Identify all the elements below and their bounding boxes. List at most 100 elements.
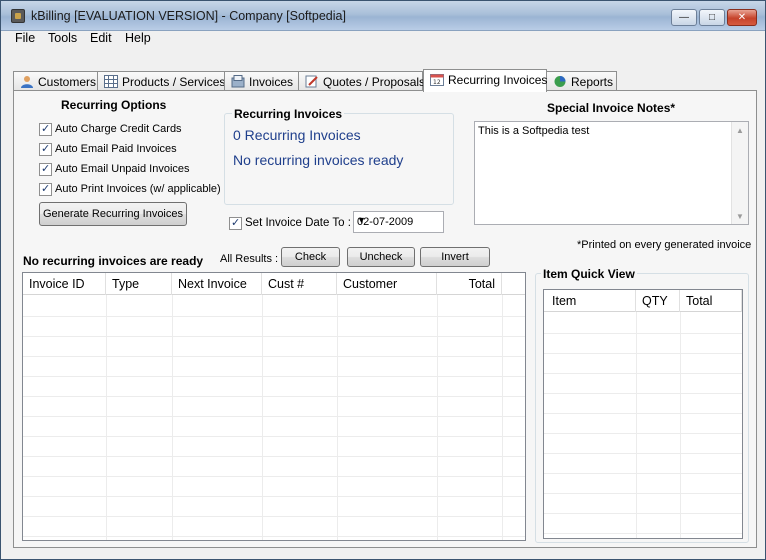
tab-recurring-invoices[interactable]: 12 Recurring Invoices	[423, 69, 547, 92]
column-total[interactable]: Total	[437, 273, 502, 295]
notes-textarea[interactable]: This is a Softpedia test ▲ ▼	[474, 121, 749, 225]
column-next-invoice[interactable]: Next Invoice	[172, 273, 262, 295]
products-icon	[104, 75, 118, 88]
app-icon	[11, 9, 25, 23]
grid-line	[23, 396, 525, 397]
column-type[interactable]: Type	[106, 273, 172, 295]
uncheck-button[interactable]: Uncheck	[347, 247, 415, 267]
grid-line	[544, 533, 742, 534]
recurring-status: No recurring invoices ready	[233, 152, 404, 168]
item-quick-view-table[interactable]: Item QTY Total	[543, 289, 743, 539]
tab-invoices[interactable]: Invoices	[224, 71, 299, 91]
menu-help[interactable]: Help	[125, 31, 151, 45]
grid-line	[544, 433, 742, 434]
notes-scrollbar[interactable]: ▲ ▼	[731, 122, 748, 224]
grid-line	[262, 295, 263, 540]
notes-footnote: *Printed on every generated invoice	[577, 239, 752, 251]
tab-label: Products / Services	[122, 75, 226, 89]
grid-line	[544, 513, 742, 514]
tab-reports[interactable]: Reports	[546, 71, 617, 91]
recurring-count: 0 Recurring Invoices	[233, 127, 361, 143]
grid-line	[23, 536, 525, 537]
column-customer[interactable]: Customer	[337, 273, 437, 295]
column-item[interactable]: Item	[544, 290, 636, 312]
column-cust-number[interactable]: Cust #	[262, 273, 337, 295]
menu-bar: File Tools Edit Help	[1, 31, 765, 49]
maximize-button[interactable]: □	[699, 9, 725, 26]
all-results-label: All Results :	[220, 253, 279, 265]
recurring-options-heading: Recurring Options	[61, 98, 167, 112]
grid-line	[544, 473, 742, 474]
menu-edit[interactable]: Edit	[90, 31, 112, 45]
tab-label: Invoices	[249, 75, 294, 89]
invoices-icon	[231, 75, 245, 88]
option-auto-email-unpaid[interactable]: Auto Email Unpaid Invoices	[39, 162, 190, 176]
tab-label: Recurring Invoices	[448, 73, 548, 87]
grid-line	[23, 356, 525, 357]
grid-line	[23, 436, 525, 437]
checkbox-label: Auto Charge Credit Cards	[55, 123, 182, 135]
grid-line	[544, 413, 742, 414]
set-invoice-date[interactable]: Set Invoice Date To :	[229, 216, 351, 230]
menu-tools[interactable]: Tools	[48, 31, 77, 45]
check-button[interactable]: Check	[281, 247, 340, 267]
grid-line	[23, 456, 525, 457]
grid-line	[544, 333, 742, 334]
grid-line	[106, 295, 107, 540]
grid-line	[544, 373, 742, 374]
results-heading: No recurring invoices are ready	[23, 254, 204, 268]
notes-heading: Special Invoice Notes*	[547, 101, 676, 115]
invoice-date-picker[interactable]: 02-07-2009 ▼	[353, 211, 444, 233]
invert-button[interactable]: Invert	[420, 247, 490, 267]
recurring-icon: 12	[430, 74, 444, 86]
checkbox[interactable]	[39, 142, 52, 156]
column-qty[interactable]: QTY	[636, 290, 680, 312]
grid-line	[23, 476, 525, 477]
checkbox-label: Auto Email Unpaid Invoices	[55, 163, 190, 175]
grid-line	[437, 295, 438, 540]
notes-text: This is a Softpedia test	[478, 125, 590, 137]
tab-customers[interactable]: Customers	[13, 71, 98, 91]
column-invoice-id[interactable]: Invoice ID	[23, 273, 106, 295]
recurring-summary-heading: Recurring Invoices	[232, 107, 345, 121]
grid-line	[680, 312, 681, 538]
menu-file[interactable]: File	[15, 31, 35, 45]
grid-line	[636, 312, 637, 538]
tab-products-services[interactable]: Products / Services	[97, 71, 225, 91]
recurring-invoices-table[interactable]: Invoice ID Type Next Invoice Cust # Cust…	[22, 272, 526, 541]
customers-icon	[21, 76, 33, 88]
tab-quotes-proposals[interactable]: Quotes / Proposals	[298, 71, 425, 91]
checkbox[interactable]	[229, 216, 242, 230]
item-quick-view-heading: Item Quick View	[541, 267, 637, 281]
close-button[interactable]: ✕	[727, 9, 757, 26]
grid-line	[544, 393, 742, 394]
grid-line	[23, 496, 525, 497]
grid-line	[23, 316, 525, 317]
checkbox[interactable]	[39, 162, 52, 176]
grid-line	[544, 493, 742, 494]
scroll-up-icon[interactable]: ▲	[732, 122, 748, 138]
quotes-icon	[305, 75, 318, 88]
grid-line	[23, 416, 525, 417]
grid-line	[544, 453, 742, 454]
column-total[interactable]: Total	[680, 290, 742, 312]
reports-icon	[554, 76, 566, 87]
app-window: kBilling [EVALUATION VERSION] - Company …	[0, 0, 766, 560]
minimize-button[interactable]: —	[671, 9, 697, 26]
table-header: Item QTY Total	[544, 290, 742, 312]
option-auto-charge[interactable]: Auto Charge Credit Cards	[39, 122, 182, 136]
tab-label: Customers	[38, 75, 97, 89]
chevron-down-icon[interactable]: ▼	[357, 215, 439, 225]
table-header: Invoice ID Type Next Invoice Cust # Cust…	[23, 273, 525, 295]
option-auto-email-paid[interactable]: Auto Email Paid Invoices	[39, 142, 177, 156]
checkbox[interactable]	[39, 122, 52, 136]
grid-line	[544, 353, 742, 354]
grid-line	[23, 516, 525, 517]
grid-line	[23, 376, 525, 377]
option-auto-print[interactable]: Auto Print Invoices (w/ applicable)	[39, 182, 221, 196]
grid-line	[337, 295, 338, 540]
checkbox[interactable]	[39, 182, 52, 196]
generate-recurring-invoices-button[interactable]: Generate Recurring Invoices	[39, 202, 187, 226]
grid-line	[172, 295, 173, 540]
scroll-down-icon[interactable]: ▼	[732, 208, 748, 224]
